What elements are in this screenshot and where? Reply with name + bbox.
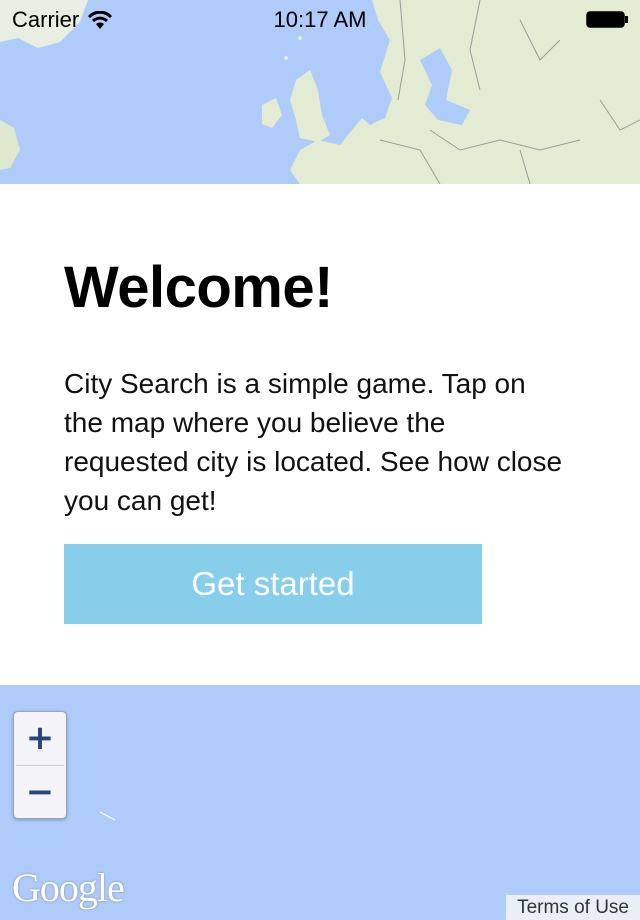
app-screen: Carrier 10:17 AM Welcome! City Search is…	[0, 0, 640, 920]
welcome-title: Welcome!	[64, 255, 333, 320]
battery-icon	[586, 11, 628, 28]
terms-of-use-link[interactable]: Terms of Use	[506, 895, 640, 920]
welcome-panel: Welcome! City Search is a simple game. T…	[0, 184, 640, 685]
welcome-description: City Search is a simple game. Tap on the…	[64, 368, 563, 516]
zoom-out-button[interactable]: −	[14, 766, 66, 818]
google-logo: Google	[12, 865, 125, 910]
status-time: 10:17 AM	[273, 7, 367, 32]
status-bar: Carrier 10:17 AM	[0, 0, 640, 40]
zoom-control: + −	[13, 711, 67, 819]
zoom-in-button[interactable]: +	[14, 712, 66, 765]
get-started-button[interactable]: Get started	[64, 544, 482, 624]
